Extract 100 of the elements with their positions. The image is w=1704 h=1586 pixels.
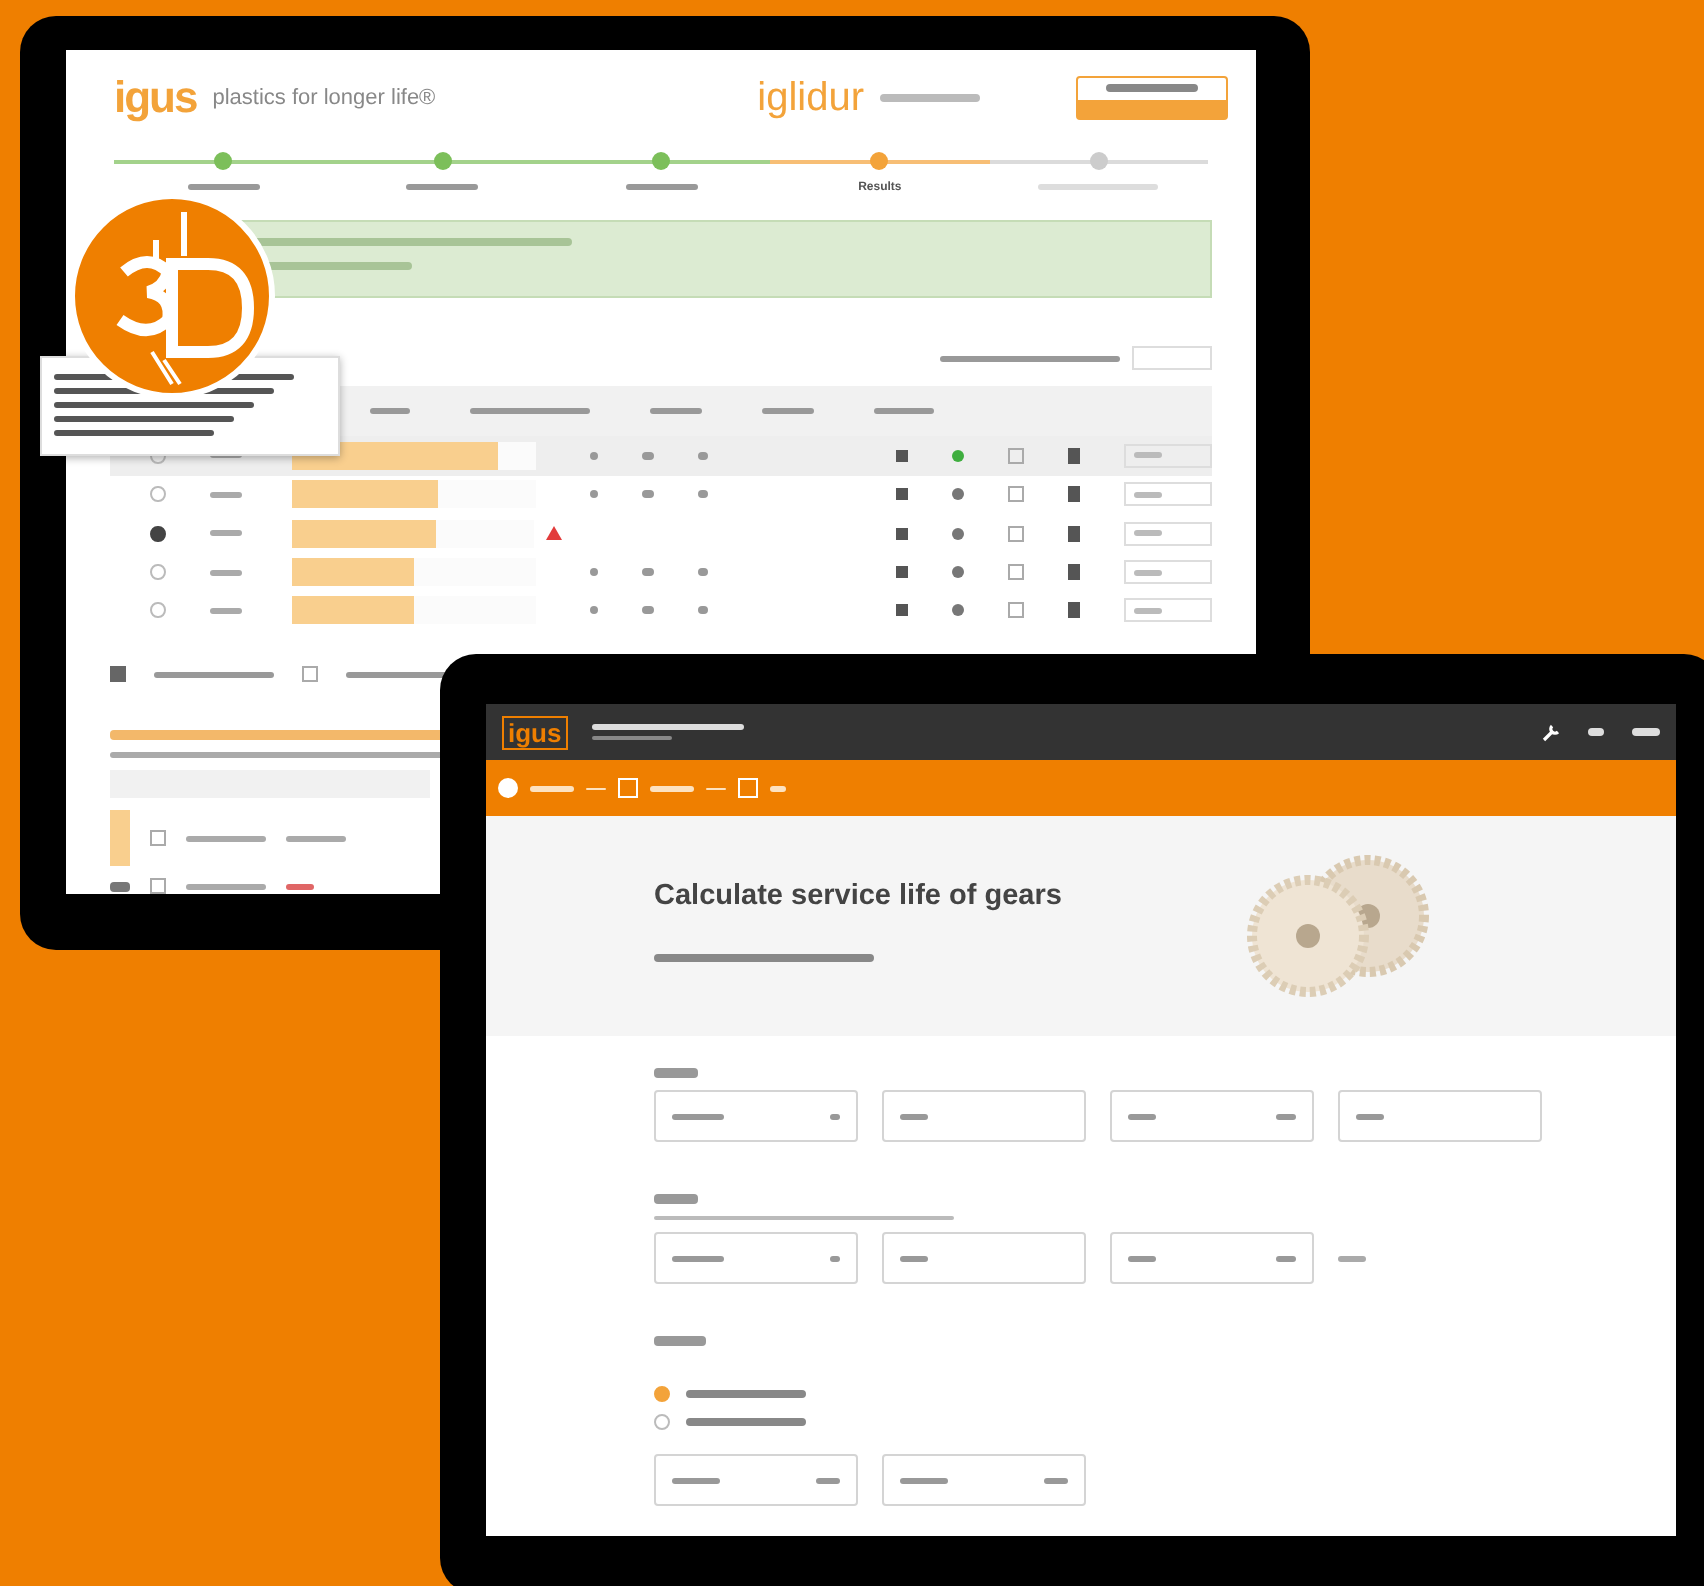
illegible-text-line [698, 606, 708, 615]
illegible-text-line [698, 490, 708, 499]
illegible-text-line [286, 835, 346, 842]
illegible-text-line [1134, 607, 1162, 614]
illegible-text-line [1588, 728, 1604, 736]
illegible-text-line [187, 184, 260, 191]
illegible-text-line [1038, 184, 1159, 191]
step-marker[interactable] [214, 151, 233, 170]
status-dot-icon [952, 527, 964, 540]
wrench-icon[interactable] [1542, 723, 1560, 741]
input-field[interactable] [1110, 1090, 1314, 1142]
checkbox[interactable] [150, 830, 166, 847]
illegible-text-line [209, 569, 242, 575]
document-icon[interactable] [1068, 525, 1080, 542]
step-marker[interactable] [738, 778, 758, 798]
illegible-text-line [650, 785, 694, 791]
square-icon [896, 566, 908, 578]
illegible-text-line [586, 787, 606, 789]
step-marker[interactable] [433, 151, 452, 170]
document-icon[interactable] [1068, 602, 1080, 619]
step-marker[interactable] [652, 151, 671, 170]
status-dot-icon [952, 488, 964, 501]
input-field[interactable] [882, 1090, 1086, 1142]
illegible-text-line [698, 568, 708, 576]
checkbox[interactable] [1008, 525, 1024, 542]
select-field[interactable] [1124, 521, 1212, 546]
illegible-text-line [706, 787, 726, 789]
radio-button[interactable] [150, 602, 166, 619]
illegible-text-line [1128, 1113, 1156, 1119]
illegible-text-line [650, 408, 702, 415]
illegible-text-line [762, 408, 814, 415]
illegible-text-line [1134, 569, 1162, 575]
step-marker[interactable] [498, 778, 518, 798]
illegible-text-line [1044, 1477, 1068, 1483]
illegible-text-line [186, 835, 266, 842]
select-field[interactable] [1124, 560, 1212, 584]
select-field[interactable] [654, 1090, 858, 1142]
document-icon[interactable] [1068, 447, 1080, 464]
select-field[interactable] [1124, 598, 1212, 623]
radio-button[interactable] [654, 1386, 670, 1402]
checkbox[interactable] [1008, 486, 1024, 503]
illegible-text-line [625, 184, 698, 191]
illegible-text-line [209, 491, 242, 498]
checkbox[interactable] [302, 666, 318, 683]
select-field[interactable] [1132, 346, 1212, 371]
input-field[interactable] [1338, 1090, 1542, 1142]
highlight-marker [110, 810, 130, 867]
brand-logo: igus [114, 72, 197, 125]
illegible-text-line [654, 1068, 698, 1078]
illegible-text-line [654, 1194, 698, 1204]
illegible-text-line [686, 1390, 806, 1398]
input-field[interactable] [882, 1232, 1086, 1284]
document-icon[interactable] [1068, 486, 1080, 503]
illegible-text-line [642, 606, 654, 615]
select-field[interactable] [654, 1232, 858, 1284]
illegible-text-line [698, 451, 708, 460]
status-dot-icon [952, 449, 964, 462]
illegible-text-line [830, 1113, 840, 1119]
illegible-text-line [686, 1418, 806, 1426]
illegible-text-line [209, 607, 242, 614]
illegible-text-line [1338, 1255, 1366, 1261]
select-field[interactable] [1124, 443, 1212, 468]
illegible-text-line [470, 408, 590, 415]
checkbox[interactable] [150, 878, 166, 894]
illegible-text-line [874, 408, 934, 415]
radio-button[interactable] [150, 486, 166, 503]
step-marker[interactable] [870, 151, 889, 170]
illegible-text-line [1106, 84, 1198, 93]
illegible-text-line [642, 568, 654, 576]
contact-button[interactable] [1076, 76, 1228, 121]
checkbox[interactable] [1008, 602, 1024, 619]
select-field[interactable] [1124, 482, 1212, 507]
illegible-text-line [880, 94, 980, 103]
illegible-text-line [654, 1336, 706, 1346]
brand-tagline: plastics for longer life® [212, 86, 436, 111]
step-marker[interactable] [618, 778, 638, 798]
radio-button[interactable] [654, 1414, 670, 1430]
illegible-text-line [1276, 1113, 1296, 1119]
illegible-text-line [900, 1255, 928, 1261]
input-field[interactable] [1110, 1232, 1314, 1284]
checkbox[interactable] [1008, 564, 1024, 580]
illegible-text-line [370, 408, 410, 415]
illegible-text-line [1276, 1255, 1296, 1261]
illegible-text-line [209, 530, 242, 537]
status-dot-icon [952, 566, 964, 578]
radio-button[interactable] [150, 525, 166, 542]
illegible-text-line [286, 883, 314, 890]
illegible-text-line [830, 1255, 840, 1261]
input-field[interactable] [882, 1454, 1086, 1506]
radio-button[interactable] [150, 564, 166, 580]
illegible-text-line [1356, 1113, 1384, 1119]
square-icon [896, 527, 908, 540]
checkbox[interactable] [1008, 447, 1024, 464]
checkbox[interactable] [110, 666, 126, 683]
page-title: Calculate service life of gears [654, 880, 1062, 912]
illegible-text-line [110, 881, 130, 892]
brand-logo: igus [502, 715, 568, 749]
step-marker[interactable] [1089, 151, 1108, 170]
input-field[interactable] [654, 1454, 858, 1506]
illegible-text-line [406, 184, 479, 191]
